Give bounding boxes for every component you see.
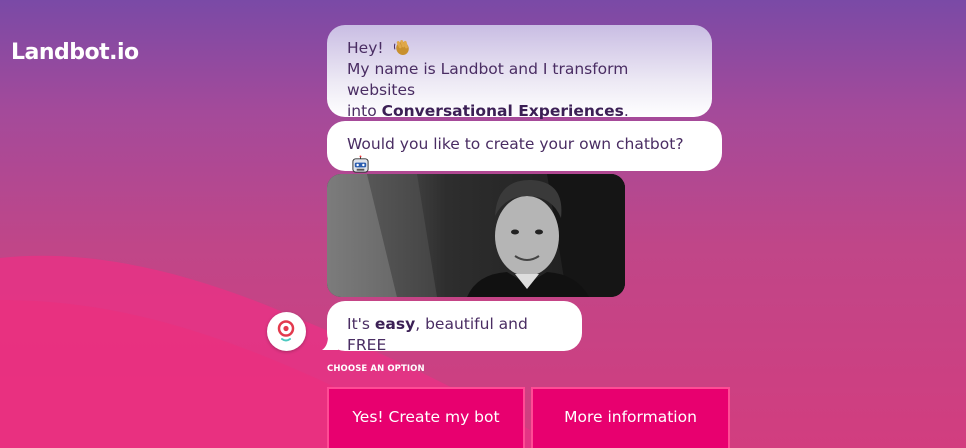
greeting-prefix: into xyxy=(347,102,382,120)
easy-bold: easy xyxy=(374,315,416,333)
more-information-button[interactable]: More information xyxy=(531,387,730,448)
easy-prefix: It's xyxy=(347,315,375,333)
greeting-line-2: My name is Landbot and I transform websi… xyxy=(347,60,629,99)
greeting-text: Hey! xyxy=(347,39,384,57)
landbot-avatar-icon xyxy=(267,312,306,351)
waving-hand-icon xyxy=(393,38,412,57)
greeting-line-3: into Conversational Experiences. xyxy=(347,101,692,122)
brand-logo[interactable]: Landbot.io xyxy=(11,40,139,65)
question-text: Would you like to create your own chatbo… xyxy=(347,135,684,153)
chat-message-easy: It's easy, beautiful and FREE xyxy=(327,301,582,354)
chat-message-greeting: Hey! My name is Landbot and I transform … xyxy=(327,25,712,120)
choose-option-heading: CHOOSE AN OPTION xyxy=(327,364,425,374)
create-bot-button[interactable]: Yes! Create my bot xyxy=(327,387,525,448)
greeting-bold: Conversational Experiences xyxy=(381,102,624,120)
robot-face-icon xyxy=(351,155,370,174)
chat-gif-image xyxy=(327,174,625,297)
chat-message-question: Would you like to create your own chatbo… xyxy=(327,121,722,174)
greeting-suffix: . xyxy=(623,102,629,120)
create-bot-label: Yes! Create my bot xyxy=(352,407,500,426)
bubble-tail xyxy=(322,336,338,350)
more-information-label: More information xyxy=(564,407,697,426)
